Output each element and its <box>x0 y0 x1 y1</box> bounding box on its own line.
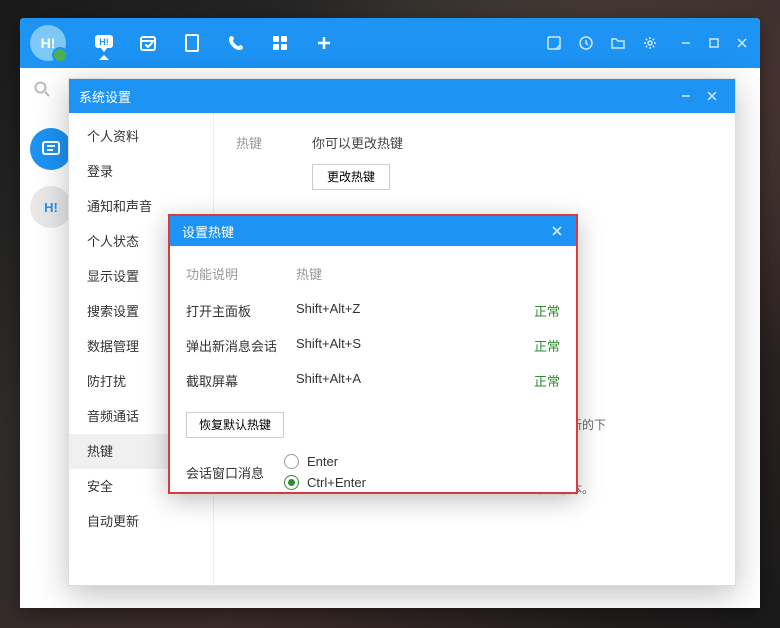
settings-dialog-titlebar: 系统设置 <box>69 79 735 113</box>
gear-icon[interactable] <box>634 18 666 68</box>
radio-enter[interactable] <box>284 454 299 469</box>
hotkey-func: 弹出新消息会话 <box>186 336 296 355</box>
history-icon[interactable] <box>570 18 602 68</box>
close-button[interactable] <box>728 18 756 68</box>
hotkey-status: 正常 <box>466 371 560 390</box>
contact-item[interactable] <box>30 128 72 170</box>
titlebar-right-icons <box>538 18 666 68</box>
header-func: 功能说明 <box>186 264 296 283</box>
tab-chat-icon[interactable]: H! <box>82 18 126 68</box>
nav-item-profile[interactable]: 个人资料 <box>69 119 213 154</box>
main-titlebar: H! H! <box>20 18 760 68</box>
hotkey-status: 正常 <box>466 336 560 355</box>
settings-dialog-title: 系统设置 <box>79 87 131 106</box>
hotkey-row[interactable]: 截取屏幕 Shift+Alt+A 正常 <box>186 363 560 398</box>
folder-icon[interactable] <box>602 18 634 68</box>
hotkey-key: Shift+Alt+Z <box>296 301 466 320</box>
header-key: 热键 <box>296 264 466 283</box>
send-message-radio-group: 会话窗口消息 Enter Ctrl+Enter <box>186 450 560 494</box>
section-label: 热键 <box>236 133 292 152</box>
hotkey-key: Shift+Alt+S <box>296 336 466 355</box>
radio-enter-label: Enter <box>307 454 338 469</box>
tab-apps-icon[interactable] <box>258 18 302 68</box>
tab-add-icon[interactable] <box>302 18 346 68</box>
minimize-button[interactable] <box>672 18 700 68</box>
maximize-button[interactable] <box>700 18 728 68</box>
tab-call-icon[interactable] <box>214 18 258 68</box>
nav-item-login[interactable]: 登录 <box>69 154 213 189</box>
radio-ctrl-enter[interactable] <box>284 475 299 490</box>
contact-item[interactable]: H! <box>30 186 72 228</box>
hotkey-table-header: 功能说明 热键 <box>186 260 560 293</box>
hotkey-dialog-titlebar: 设置热键 <box>170 216 576 246</box>
settings-close-button[interactable] <box>699 83 725 109</box>
hotkey-close-button[interactable] <box>546 220 568 242</box>
hotkey-row[interactable]: 打开主面板 Shift+Alt+Z 正常 <box>186 293 560 328</box>
avatar[interactable]: H! <box>30 25 66 61</box>
send-message-label: 会话窗口消息 <box>186 463 264 482</box>
hotkey-dialog: 设置热键 功能说明 热键 打开主面板 Shift+Alt+Z 正常 弹出新消息会… <box>168 214 578 494</box>
titlebar-tabs: H! <box>82 18 346 68</box>
hotkey-key: Shift+Alt+A <box>296 371 466 390</box>
hotkey-dialog-title: 设置热键 <box>182 222 234 241</box>
hotkey-func: 截取屏幕 <box>186 371 296 390</box>
change-hotkey-button[interactable]: 更改热键 <box>312 164 390 190</box>
window-controls <box>672 18 756 68</box>
search-icon[interactable] <box>30 77 54 101</box>
radio-ctrl-enter-label: Ctrl+Enter <box>307 475 366 490</box>
hotkey-status: 正常 <box>466 301 560 320</box>
tab-calendar-icon[interactable] <box>126 18 170 68</box>
settings-minimize-button[interactable] <box>673 83 699 109</box>
section-desc: 你可以更改热键 <box>312 133 403 152</box>
nav-item-update[interactable]: 自动更新 <box>69 504 213 539</box>
tab-notes-icon[interactable] <box>170 18 214 68</box>
avatar-label: H! <box>41 35 56 51</box>
hotkey-func: 打开主面板 <box>186 301 296 320</box>
hotkey-row[interactable]: 弹出新消息会话 Shift+Alt+S 正常 <box>186 328 560 363</box>
restore-default-button[interactable]: 恢复默认热键 <box>186 412 284 438</box>
sticky-note-icon[interactable] <box>538 18 570 68</box>
svg-text:H!: H! <box>99 37 109 47</box>
hotkey-body: 功能说明 热键 打开主面板 Shift+Alt+Z 正常 弹出新消息会话 Shi… <box>170 246 576 504</box>
